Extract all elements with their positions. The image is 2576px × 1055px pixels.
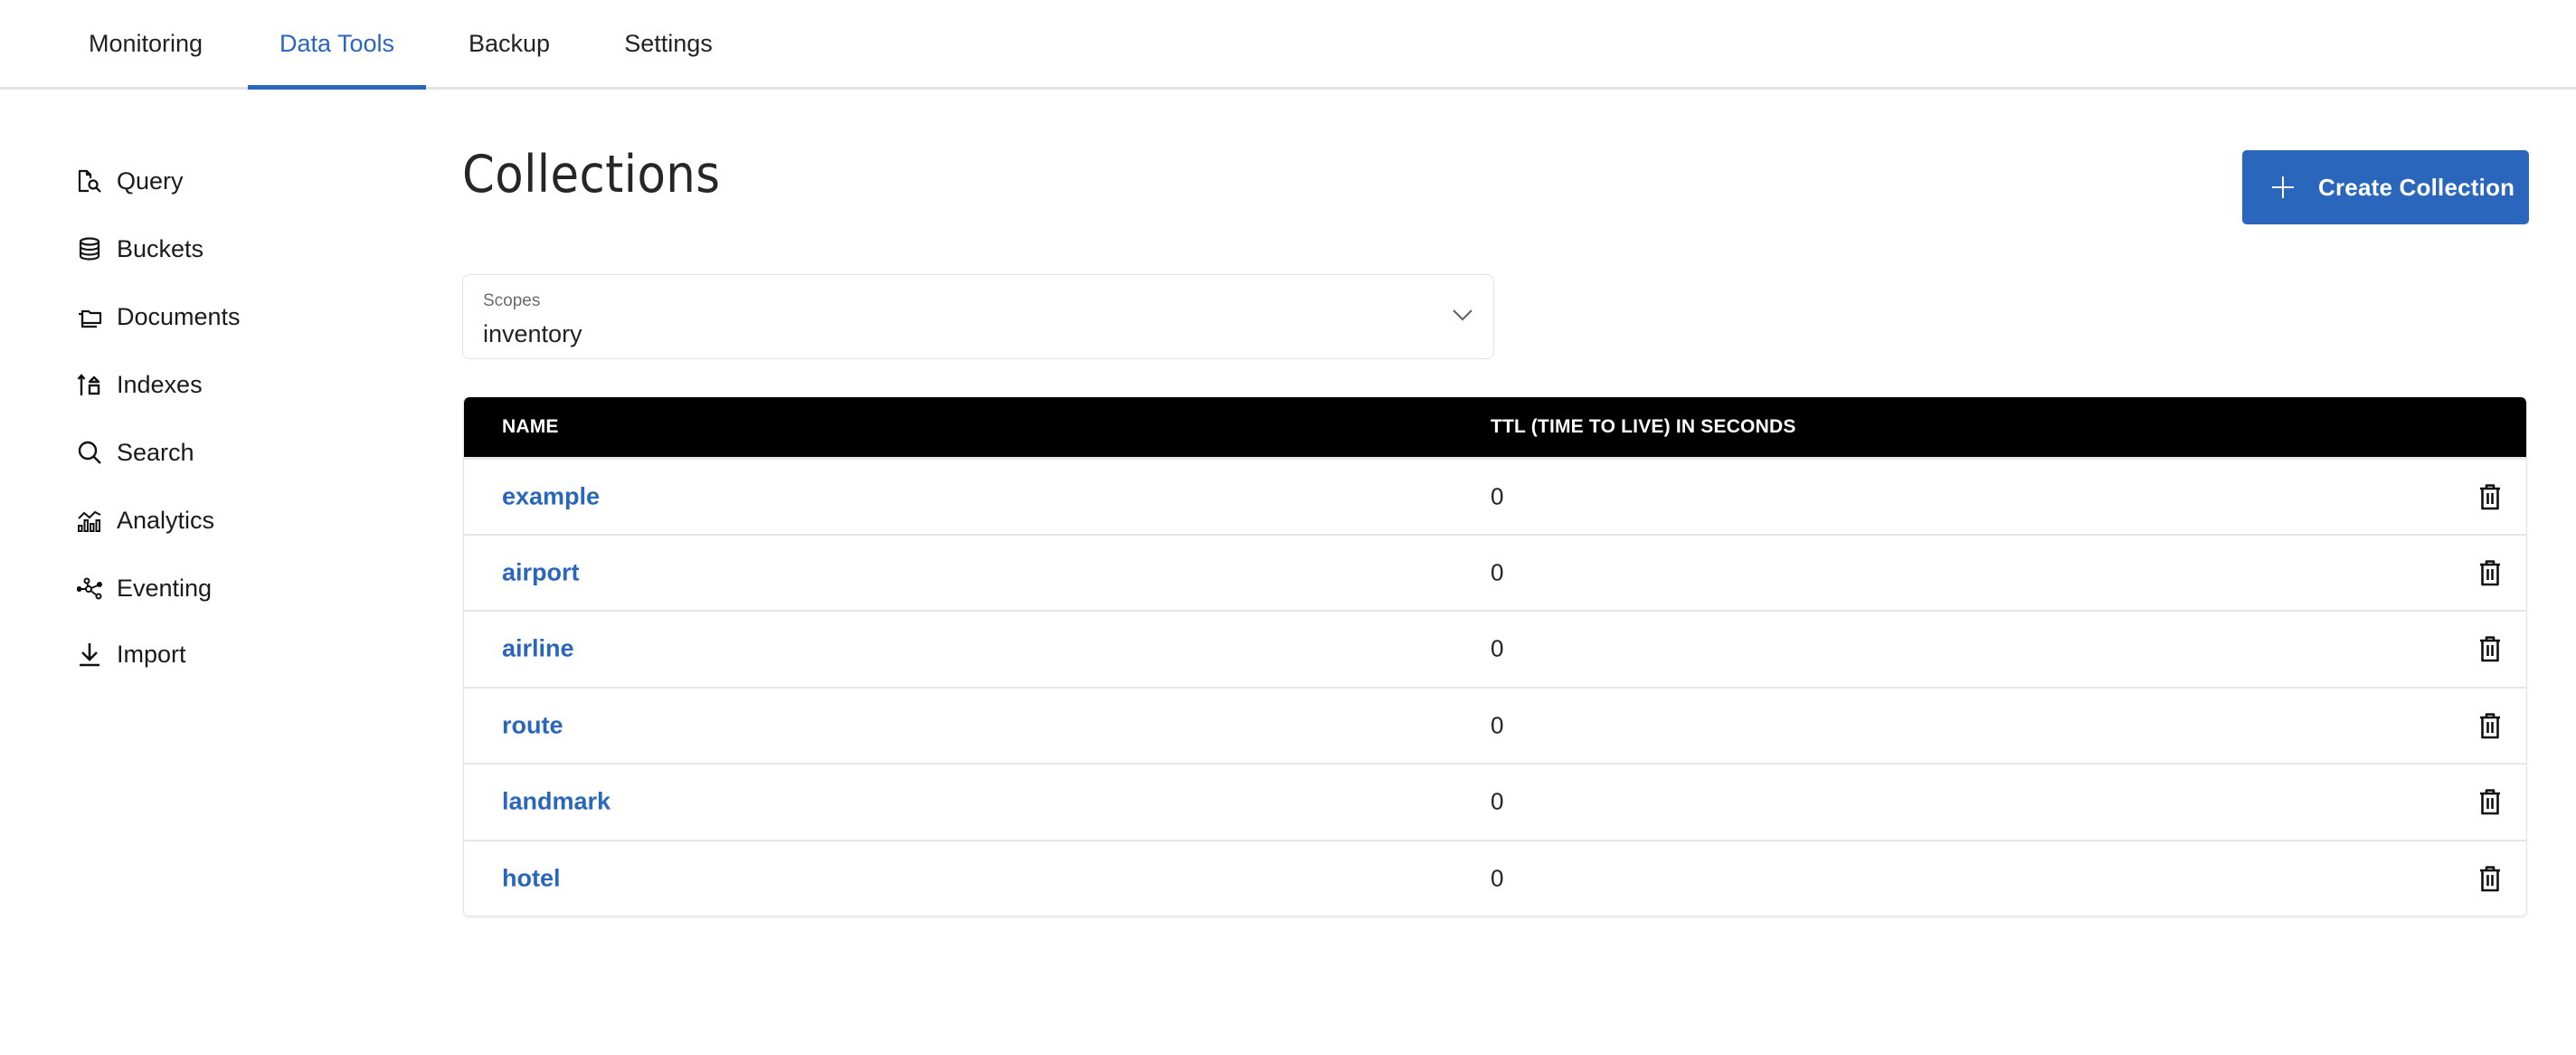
- collection-ttl: 0: [1491, 787, 1504, 815]
- trash-icon: [2480, 712, 2500, 739]
- search-icon: [76, 439, 103, 466]
- collection-ttl: 0: [1491, 634, 1504, 662]
- table-row: airport 0: [464, 533, 2526, 611]
- sidebar-item-search[interactable]: Search: [76, 432, 194, 472]
- trash-icon: [2480, 865, 2500, 892]
- query-document-search-icon: [76, 167, 103, 195]
- collection-name-link[interactable]: airport: [502, 558, 580, 586]
- tab-monitoring[interactable]: Monitoring: [67, 0, 224, 87]
- collection-name-link[interactable]: landmark: [502, 788, 611, 816]
- index-sort-icon: [76, 371, 103, 398]
- tab-backup[interactable]: Backup: [447, 0, 572, 87]
- delete-collection-button[interactable]: [2474, 709, 2506, 742]
- trash-icon: [2480, 559, 2500, 586]
- collection-name-link[interactable]: hotel: [502, 864, 561, 892]
- table-row: example 0: [464, 457, 2526, 534]
- table-body: example 0 airport 0 airline 0 route 0 la…: [464, 457, 2526, 916]
- delete-collection-button[interactable]: [2474, 632, 2506, 665]
- delete-collection-button[interactable]: [2474, 785, 2506, 818]
- sidebar-item-label: Documents: [117, 302, 241, 330]
- top-nav: Monitoring Data Tools Backup Settings: [0, 0, 2576, 90]
- folders-icon: [76, 303, 103, 330]
- collection-name-link[interactable]: example: [502, 482, 600, 510]
- column-header-name[interactable]: NAME: [502, 416, 559, 438]
- sidebar-item-documents[interactable]: Documents: [76, 297, 241, 337]
- trash-icon: [2480, 789, 2500, 815]
- plus-icon: [2272, 176, 2294, 198]
- scopes-value: inventory: [483, 320, 582, 347]
- tab-data-tools[interactable]: Data Tools: [248, 0, 426, 90]
- table-row: airline 0: [464, 610, 2526, 687]
- sidebar-item-label: Query: [117, 166, 184, 195]
- scopes-select[interactable]: Scopes inventory: [462, 274, 1494, 359]
- table-row: hotel 0: [464, 839, 2526, 917]
- collection-name-link[interactable]: airline: [502, 635, 574, 663]
- scopes-label: Scopes: [483, 291, 541, 310]
- create-collection-button[interactable]: Create Collection: [2242, 150, 2529, 224]
- tab-settings[interactable]: Settings: [604, 0, 733, 87]
- sidebar-item-analytics[interactable]: Analytics: [76, 500, 214, 540]
- chevron-down-icon: [1453, 309, 1473, 321]
- column-header-ttl[interactable]: TTL (TIME TO LIVE) IN SECONDS: [1491, 416, 1796, 438]
- collection-ttl: 0: [1491, 482, 1504, 510]
- sidebar-item-label: Analytics: [117, 506, 215, 534]
- collection-name-link[interactable]: route: [502, 711, 564, 739]
- collection-ttl: 0: [1491, 711, 1504, 739]
- delete-collection-button[interactable]: [2474, 480, 2506, 513]
- sidebar-item-label: Indexes: [117, 370, 203, 398]
- sidebar-item-query[interactable]: Query: [76, 161, 184, 201]
- table-row: route 0: [464, 686, 2526, 764]
- analytics-chart-icon: [76, 507, 103, 534]
- sidebar-item-eventing[interactable]: Eventing: [76, 568, 212, 608]
- trash-icon: [2480, 483, 2500, 510]
- trash-icon: [2480, 636, 2500, 662]
- create-collection-label: Create Collection: [2318, 173, 2515, 201]
- sidebar-item-buckets[interactable]: Buckets: [76, 229, 204, 269]
- sidebar-item-label: Search: [117, 438, 194, 466]
- table-row: landmark 0: [464, 763, 2526, 840]
- delete-collection-button[interactable]: [2474, 862, 2506, 895]
- sidebar-item-label: Import: [117, 640, 186, 668]
- database-icon: [76, 235, 103, 262]
- collections-table: NAME TTL (TIME TO LIVE) IN SECONDS examp…: [463, 397, 2527, 917]
- download-icon: [76, 641, 103, 668]
- eventing-nodes-icon: [76, 575, 103, 602]
- page-title: Collections: [462, 145, 721, 204]
- collection-ttl: 0: [1491, 864, 1504, 892]
- sidebar-item-label: Buckets: [117, 234, 204, 262]
- table-header: NAME TTL (TIME TO LIVE) IN SECONDS: [464, 397, 2526, 457]
- sidebar-item-import[interactable]: Import: [76, 634, 186, 674]
- delete-collection-button[interactable]: [2474, 556, 2506, 589]
- sidebar-item-label: Eventing: [117, 574, 213, 602]
- collection-ttl: 0: [1491, 558, 1504, 586]
- sidebar-item-indexes[interactable]: Indexes: [76, 365, 203, 404]
